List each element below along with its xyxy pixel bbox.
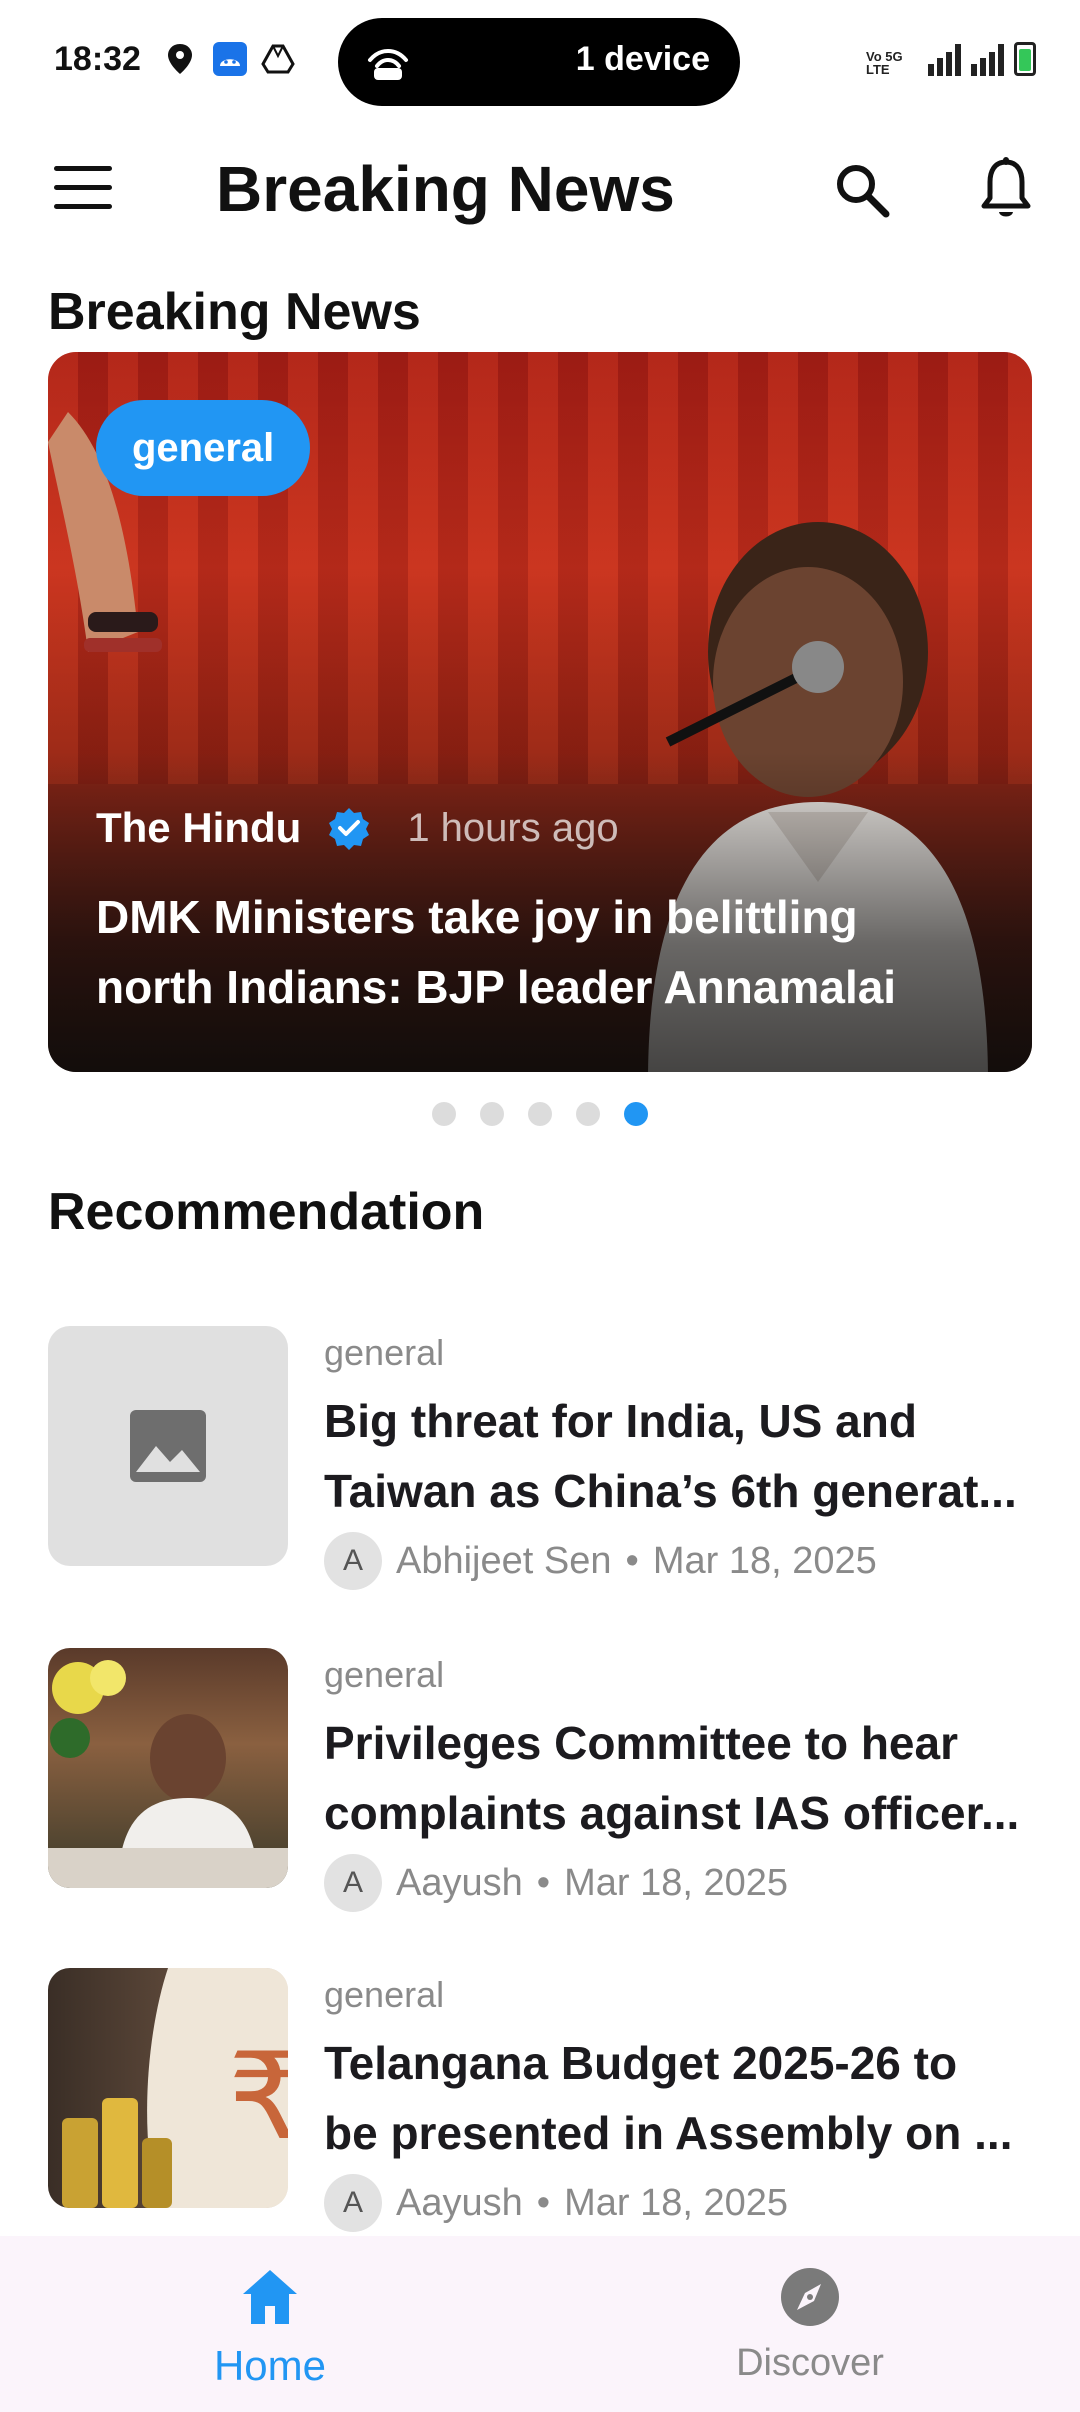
carousel-dot[interactable]: [624, 1102, 648, 1126]
article-category: general: [324, 1974, 445, 2015]
system-status-icons: Vo 5G LTE: [866, 42, 1036, 76]
article-title: Big threat for India, US and Taiwan as C…: [324, 1386, 1034, 1526]
article-date: Mar 18, 2025: [564, 1861, 788, 1904]
list-item[interactable]: general Big threat for India, US and Tai…: [48, 1326, 1038, 1590]
meta-separator: •: [625, 1539, 639, 1582]
meta-separator: •: [536, 1861, 551, 1904]
article-title-line: Telangana Budget 2025-26 to: [324, 2037, 958, 2089]
list-item[interactable]: general Privileges Committee to hear com…: [48, 1648, 1038, 1912]
carousel-indicator: [432, 1102, 648, 1126]
article-meta: A Abhijeet Sen • Mar 18, 2025: [324, 1532, 877, 1590]
verified-icon: [329, 808, 370, 850]
device-connection-pill[interactable]: 1 device: [338, 18, 740, 106]
status-notification-icons: [165, 42, 295, 76]
breaking-news-card[interactable]: general The Hindu 1 hours ago DMK Minist…: [48, 352, 1032, 1072]
article-title: Privileges Committee to hear complaints …: [324, 1708, 1034, 1848]
hero-headline[interactable]: DMK Ministers take joy in belittling nor…: [96, 882, 996, 1022]
breaking-news-heading: Breaking News: [48, 283, 421, 341]
nav-home[interactable]: Home: [140, 2266, 400, 2390]
article-title-line: complaints against IAS officer...: [324, 1787, 1020, 1839]
category-chip[interactable]: general: [96, 400, 311, 496]
hero-source: The Hindu: [96, 804, 302, 851]
hero-headline-line: north Indians: BJP leader Annamalai: [96, 961, 897, 1013]
thumbnail-photo: [48, 1660, 288, 1888]
carousel-dot[interactable]: [432, 1102, 456, 1126]
article-date: Mar 18, 2025: [564, 2181, 788, 2224]
article-title-line: Taiwan as China’s 6th generat...: [324, 1465, 1017, 1517]
network-type: Vo 5G LTE: [866, 49, 903, 77]
article-author: Abhijeet Sen: [396, 1539, 612, 1582]
article-thumbnail: [48, 1648, 288, 1888]
hero-headline-line: DMK Ministers take joy in belittling: [96, 891, 858, 943]
avatar: A: [324, 2174, 382, 2232]
thumbnail-placeholder: [48, 1326, 288, 1566]
bottom-navigation: Home Discover: [0, 2236, 1080, 2412]
article-category: general: [324, 1654, 445, 1695]
article-title-line: Privileges Committee to hear: [324, 1717, 958, 1769]
article-date: Mar 18, 2025: [652, 1539, 877, 1582]
bell-icon[interactable]: [978, 156, 1034, 222]
article-title: Telangana Budget 2025-26 to be presented…: [324, 2028, 1034, 2168]
article-author: Aayush: [396, 2181, 523, 2224]
meta-separator: •: [536, 2181, 551, 2224]
hotspot-icon: [368, 49, 408, 80]
app-bar: Breaking News: [0, 124, 1080, 256]
thumbnail-photo: ₹: [62, 1968, 288, 2208]
menu-icon[interactable]: [54, 166, 112, 212]
signal-icon: [971, 44, 1004, 76]
hero-meta: The Hindu 1 hours ago: [96, 804, 619, 852]
list-item[interactable]: ₹ general Telangana Budget 2025-26 to be…: [48, 1968, 1038, 2232]
carousel-dot[interactable]: [528, 1102, 552, 1126]
home-icon: [243, 2270, 297, 2324]
article-category: general: [324, 1332, 445, 1373]
android-icon: [213, 42, 247, 76]
nav-home-label: Home: [213, 2342, 327, 2389]
avatar: A: [324, 1532, 382, 1590]
recommendation-heading: Recommendation: [48, 1183, 485, 1241]
location-icon: [165, 42, 199, 76]
image-placeholder-icon: [130, 1410, 206, 1482]
article-meta: A Aayush • Mar 18, 2025: [324, 1854, 788, 1912]
carousel-dot[interactable]: [480, 1102, 504, 1126]
svg-text:₹: ₹: [228, 2028, 288, 2167]
search-icon[interactable]: [832, 160, 892, 220]
compass-icon: [781, 2268, 839, 2326]
article-title-line: be presented in Assembly on ...: [324, 2107, 1013, 2159]
battery-icon: [1014, 42, 1036, 76]
status-bar: 18:32 1 device Vo 5G LTE: [0, 0, 1080, 124]
article-thumbnail: ₹: [48, 1968, 288, 2208]
status-time: 18:32: [54, 40, 141, 78]
signal-icon: [928, 44, 961, 76]
carousel-dot[interactable]: [576, 1102, 600, 1126]
device-count: 1 device: [575, 40, 710, 78]
hero-time: 1 hours ago: [407, 805, 619, 850]
nav-discover-label: Discover: [736, 2342, 884, 2384]
article-author: Aayush: [396, 1861, 523, 1904]
avatar: A: [324, 1854, 382, 1912]
page-title: Breaking News: [216, 153, 675, 225]
nav-discover[interactable]: Discover: [680, 2266, 940, 2385]
article-title-line: Big threat for India, US and: [324, 1395, 917, 1447]
article-meta: A Aayush • Mar 18, 2025: [324, 2174, 788, 2232]
drive-icon: [261, 42, 295, 76]
